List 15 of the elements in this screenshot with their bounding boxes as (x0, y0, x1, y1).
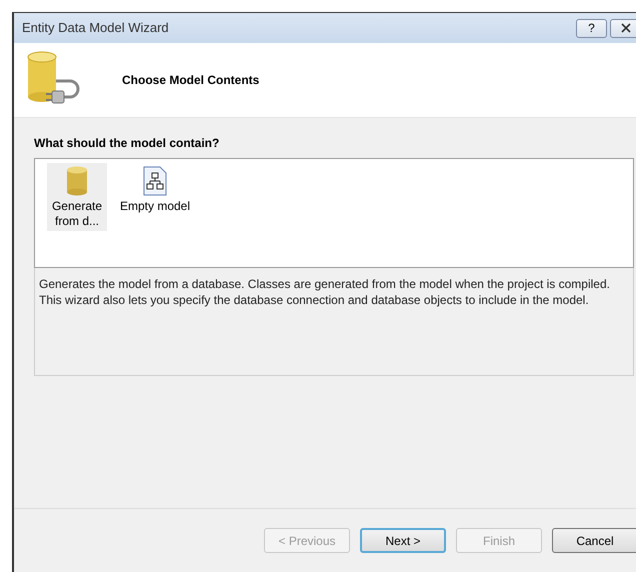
diagram-document-icon (143, 166, 167, 196)
question-label: What should the model contain? (34, 135, 220, 152)
close-icon (621, 23, 631, 33)
close-button[interactable] (610, 18, 636, 38)
option-item[interactable]: Empty model (115, 163, 195, 216)
header-title: Choose Model Contents (122, 72, 260, 89)
option-label: Empty model (118, 199, 192, 214)
option-label: Generate from d... (50, 199, 104, 229)
database-icon (66, 166, 88, 196)
wizard-button[interactable]: Cancel (552, 528, 636, 553)
help-button[interactable]: ? (576, 18, 607, 38)
description-text: Generates the model from a database. Classes are generated from the model when the project is compiled. This wizard also lets you specify the database connection and database objects to include in the model. (39, 276, 611, 308)
option-item[interactable]: Generate from d... (47, 163, 107, 231)
window-title: Entity Data Model Wizard (22, 19, 170, 38)
wizard-button[interactable]: Next > (360, 528, 446, 553)
